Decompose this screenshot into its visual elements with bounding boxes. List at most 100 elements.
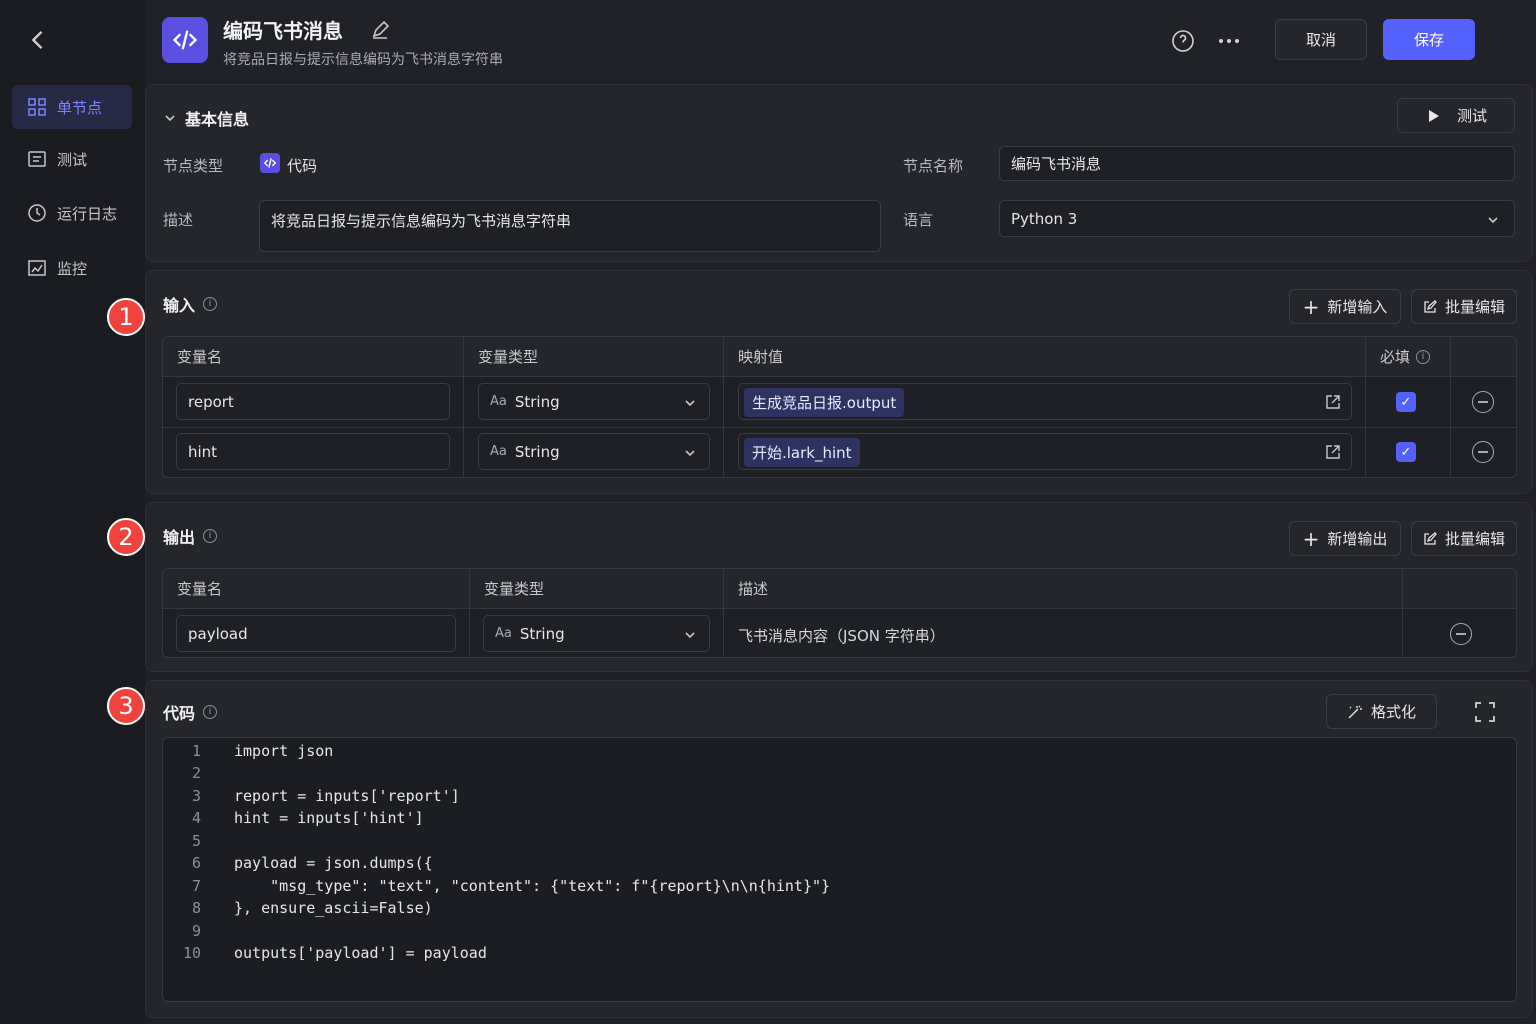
- node-type-label: 节点类型: [163, 157, 224, 175]
- batch-edit-output-button[interactable]: 批量编辑: [1411, 521, 1517, 556]
- magic-wand-icon: [1348, 705, 1362, 718]
- sidebar-item-test[interactable]: 测试: [12, 137, 132, 181]
- more-icon[interactable]: [1217, 31, 1241, 51]
- chevron-down-icon: [165, 115, 175, 122]
- string-type-icon: Aa: [490, 394, 507, 409]
- code-line: report = inputs['report']: [234, 787, 460, 805]
- step-badge: 3: [107, 687, 145, 725]
- language-label: 语言: [903, 211, 934, 229]
- code-line: hint = inputs['hint']: [234, 809, 424, 827]
- save-button[interactable]: 保存: [1383, 19, 1475, 60]
- line-number: 7: [191, 877, 201, 895]
- basic-info-card: 基本信息 测试 节点类型 代码 节点名称 编码飞书消息 描述 将竞品日报与提示信…: [145, 84, 1533, 262]
- output-card: 输出 i + 新增输出 批量编辑 变量名 变量类型 描述 payload Aa Str…: [145, 502, 1533, 672]
- remove-row-icon[interactable]: [1450, 623, 1472, 645]
- code-editor[interactable]: 1 2 3 4 5 6 7 8 9 10 import json report …: [162, 737, 1517, 1002]
- line-number: 4: [191, 809, 201, 827]
- step-badge: 1: [107, 298, 145, 336]
- sidebar-item-single-node[interactable]: 单节点: [12, 85, 132, 129]
- type-value: String: [519, 624, 565, 643]
- external-link-icon[interactable]: [1325, 394, 1341, 410]
- fullscreen-icon[interactable]: [1474, 701, 1496, 723]
- sidebar-item-label: 测试: [57, 150, 88, 169]
- info-icon[interactable]: i: [203, 529, 218, 543]
- batch-edit-label: 批量编辑: [1444, 298, 1505, 316]
- input-card: 输入 i + 新增输入 批量编辑 变量名 变量类型 映射值 必填 i report A…: [145, 270, 1533, 494]
- add-output-label: 新增输出: [1327, 530, 1388, 548]
- main-panel: 编码飞书消息 将竞品日报与提示信息编码为飞书消息字符串 取消 保存 基本信息 测…: [107, 0, 1536, 1024]
- format-label: 格式化: [1370, 703, 1416, 721]
- column-header-actions: [1403, 569, 1516, 609]
- basic-info-toggle[interactable]: 基本信息: [163, 106, 249, 130]
- node-name-input[interactable]: 编码飞书消息: [999, 146, 1515, 181]
- required-checkbox[interactable]: ✓: [1396, 442, 1416, 462]
- string-type-icon: Aa: [490, 444, 507, 459]
- mapping-value-field[interactable]: 开始.lark_hint: [738, 433, 1352, 470]
- mapping-tag[interactable]: 生成竞品日报.output: [744, 388, 905, 417]
- section-title: 基本信息: [185, 110, 250, 129]
- batch-edit-input-button[interactable]: 批量编辑: [1411, 289, 1517, 324]
- add-input-button[interactable]: + 新增输入: [1289, 289, 1401, 324]
- chart-icon: [28, 260, 46, 276]
- add-input-label: 新增输入: [1327, 298, 1388, 316]
- line-number: 2: [191, 764, 201, 782]
- page-title: 编码飞书消息: [223, 19, 343, 43]
- sidebar-item-label: 单节点: [57, 98, 103, 117]
- node-type-value: 代码: [287, 157, 318, 175]
- variable-name-input[interactable]: hint: [176, 433, 450, 470]
- edit-icon[interactable]: [370, 20, 390, 40]
- column-header: 变量类型: [464, 337, 723, 377]
- mapping-value-field[interactable]: 生成竞品日报.output: [738, 383, 1352, 420]
- variable-name-input[interactable]: report: [176, 383, 450, 420]
- line-number: 6: [191, 854, 201, 872]
- grid-icon: [28, 98, 46, 116]
- section-title: 输出: [163, 528, 196, 547]
- column-header: 变量名: [163, 337, 463, 377]
- output-table: 变量名 变量类型 描述 payload Aa String 飞书消息内容（JSON…: [162, 568, 1517, 658]
- edit-box-icon: [1424, 531, 1437, 545]
- description-textarea[interactable]: 将竞品日报与提示信息编码为飞书消息字符串: [259, 200, 881, 252]
- info-icon[interactable]: i: [203, 297, 218, 311]
- remove-row-icon[interactable]: [1472, 391, 1494, 413]
- line-number: 9: [191, 922, 201, 940]
- chevron-down-icon: [685, 632, 695, 639]
- chevron-down-icon: [1488, 217, 1498, 224]
- line-number: 8: [191, 899, 201, 917]
- sidebar-item-label: 运行日志: [57, 204, 118, 223]
- output-description[interactable]: 飞书消息内容（JSON 字符串）: [738, 625, 945, 646]
- language-value: Python 3: [1011, 209, 1078, 228]
- string-type-icon: Aa: [495, 626, 512, 641]
- plus-icon: +: [1302, 294, 1320, 319]
- sidebar-item-monitor[interactable]: 监控: [12, 246, 132, 290]
- input-table: 变量名 变量类型 映射值 必填 i report Aa String 生成竞品日报.…: [162, 336, 1517, 478]
- info-icon[interactable]: i: [203, 705, 218, 719]
- remove-row-icon[interactable]: [1472, 441, 1494, 463]
- edit-box-icon: [1424, 299, 1437, 313]
- type-value: String: [514, 392, 560, 411]
- cancel-button[interactable]: 取消: [1275, 19, 1367, 60]
- help-icon[interactable]: [1171, 29, 1195, 53]
- variable-type-select[interactable]: Aa String: [478, 433, 710, 470]
- page-subtitle: 将竞品日报与提示信息编码为飞书消息字符串: [223, 52, 503, 68]
- description-label: 描述: [163, 211, 194, 229]
- clock-icon: [28, 204, 46, 222]
- back-icon[interactable]: [24, 26, 52, 54]
- add-output-button[interactable]: + 新增输出: [1289, 521, 1401, 556]
- code-line: import json: [234, 742, 334, 760]
- info-icon[interactable]: i: [1416, 349, 1431, 364]
- variable-type-select[interactable]: Aa String: [483, 615, 710, 652]
- line-number: 1: [191, 742, 201, 760]
- required-checkbox[interactable]: ✓: [1396, 392, 1416, 412]
- test-button[interactable]: 测试: [1397, 98, 1515, 133]
- variable-name-input[interactable]: payload: [176, 615, 456, 652]
- line-number: 10: [182, 944, 201, 962]
- line-number: 5: [191, 832, 201, 850]
- sidebar-item-run-log[interactable]: 运行日志: [12, 191, 132, 235]
- language-select[interactable]: Python 3: [999, 200, 1515, 237]
- variable-type-select[interactable]: Aa String: [478, 383, 710, 420]
- type-value: String: [514, 442, 560, 461]
- format-button[interactable]: 格式化: [1326, 694, 1437, 729]
- line-number: 3: [191, 787, 201, 805]
- external-link-icon[interactable]: [1325, 444, 1341, 460]
- mapping-tag[interactable]: 开始.lark_hint: [744, 438, 860, 467]
